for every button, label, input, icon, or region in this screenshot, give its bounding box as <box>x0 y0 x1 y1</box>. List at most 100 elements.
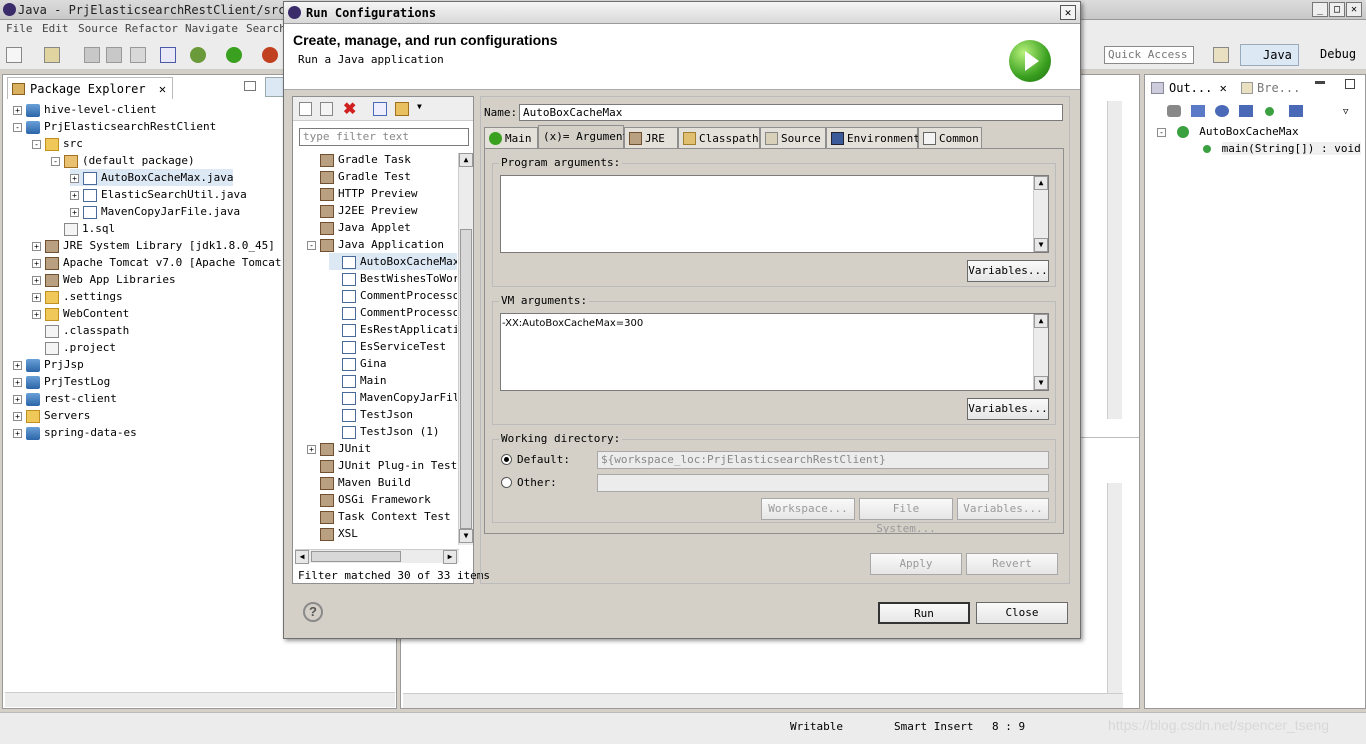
expand-toggle[interactable]: + <box>13 394 22 404</box>
close-button[interactable]: Close <box>976 602 1068 624</box>
editor-lower-scrollbar[interactable] <box>1107 483 1122 693</box>
collapse-toggle[interactable]: - <box>307 240 316 250</box>
debug-icon[interactable] <box>190 47 206 63</box>
chevron-down-icon[interactable]: ▼ <box>417 102 422 111</box>
configuration-item[interactable]: TestJson (1) <box>329 423 439 440</box>
configuration-item[interactable]: TestJson <box>329 406 413 423</box>
hide-static-icon[interactable] <box>1239 105 1253 117</box>
delete-icon[interactable]: ✖ <box>343 99 356 119</box>
collapse-toggle[interactable]: - <box>32 139 41 149</box>
tab-arguments[interactable]: (x)= Arguments <box>538 125 636 149</box>
tree-item[interactable]: + Servers <box>13 407 90 424</box>
print-icon[interactable] <box>130 47 146 63</box>
expand-toggle[interactable]: + <box>307 444 316 454</box>
configuration-item[interactable]: XSL <box>307 525 358 542</box>
new-icon[interactable] <box>6 47 22 63</box>
new-configuration-icon[interactable] <box>299 102 312 116</box>
expand-toggle[interactable]: + <box>32 258 41 268</box>
collapse-toggle[interactable]: - <box>51 156 60 166</box>
java-perspective-button[interactable]: Java <box>1240 44 1299 66</box>
minimize-view-icon[interactable] <box>244 81 256 91</box>
save-all-icon[interactable] <box>106 47 122 63</box>
configuration-item[interactable]: EsServiceTest <box>329 338 446 355</box>
tree-item[interactable]: + rest-client <box>13 390 117 407</box>
expand-toggle[interactable]: + <box>13 105 22 115</box>
vm-arguments-input[interactable]: -XX:AutoBoxCacheMax=300 ▲ ▼ <box>500 313 1049 391</box>
scroll-down-arrow[interactable]: ▼ <box>459 529 473 543</box>
configuration-tree-vertical-scrollbar[interactable]: ▲ ▼ <box>458 153 473 545</box>
collapse-all-icon[interactable] <box>373 102 387 116</box>
help-icon[interactable]: ? <box>303 602 323 622</box>
revert-button[interactable]: Revert <box>966 553 1058 575</box>
tree-item[interactable]: + PrjJsp <box>13 356 84 373</box>
configuration-item[interactable]: Java Applet <box>307 219 411 236</box>
configuration-item[interactable]: J2EE Preview <box>307 202 417 219</box>
tree-item[interactable]: + Web App Libraries <box>32 271 176 288</box>
menu-file[interactable]: File <box>6 22 33 35</box>
menu-navigate[interactable]: Navigate <box>185 22 238 35</box>
configuration-item[interactable]: Gina <box>329 355 387 372</box>
expand-toggle[interactable]: + <box>32 241 41 251</box>
editor-horizontal-scrollbar[interactable] <box>403 693 1123 708</box>
name-input[interactable]: AutoBoxCacheMax <box>519 104 1063 121</box>
expand-toggle[interactable]: + <box>70 173 79 183</box>
apply-button[interactable]: Apply <box>870 553 962 575</box>
dialog-close-button[interactable]: ✕ <box>1060 5 1076 20</box>
scroll-up-arrow[interactable]: ▲ <box>1034 314 1048 328</box>
hide-local-types-icon[interactable] <box>1289 105 1303 117</box>
save-icon[interactable] <box>84 47 100 63</box>
tree-item[interactable]: + .settings <box>32 288 123 305</box>
package-explorer-tab[interactable]: Package Explorer ✕ <box>7 77 174 99</box>
tree-item[interactable]: + PrjTestLog <box>13 373 110 390</box>
minimize-button[interactable]: _ <box>1312 2 1328 17</box>
minimize-view-icon[interactable] <box>1315 81 1325 84</box>
tab-jre[interactable]: JRE <box>624 127 678 149</box>
scroll-up-arrow[interactable]: ▲ <box>459 153 473 167</box>
expand-toggle[interactable]: + <box>13 360 22 370</box>
scroll-down-arrow[interactable]: ▼ <box>1034 238 1048 252</box>
scroll-thumb[interactable] <box>311 551 401 562</box>
configuration-item[interactable]: Main <box>329 372 387 389</box>
expand-toggle[interactable]: + <box>32 275 41 285</box>
filter-input[interactable]: type filter text <box>299 128 469 146</box>
configuration-item[interactable]: BestWishesToWork <box>329 270 457 287</box>
sort-icon[interactable] <box>1191 105 1205 117</box>
debug-perspective-button[interactable]: Debug <box>1298 44 1362 66</box>
expand-toggle[interactable]: + <box>32 309 41 319</box>
vm-arguments-scrollbar[interactable]: ▲ ▼ <box>1033 314 1048 390</box>
tree-item[interactable]: + JRE System Library [jdk1.8.0_45] <box>32 237 275 254</box>
quick-access-input[interactable]: Quick Access <box>1104 46 1194 64</box>
tree-item[interactable]: + spring-data-es <box>13 424 137 441</box>
hide-fields-icon[interactable] <box>1215 105 1229 117</box>
tab-common[interactable]: Common <box>918 127 982 149</box>
program-arguments-input[interactable]: ▲ ▼ <box>500 175 1049 253</box>
configuration-item[interactable]: Maven Build <box>307 474 411 491</box>
tree-item[interactable]: + MavenCopyJarFile.java <box>70 203 240 220</box>
configuration-item[interactable]: CommentProcessor <box>329 304 457 321</box>
collapse-toggle[interactable]: - <box>13 122 22 132</box>
scroll-down-arrow[interactable]: ▼ <box>1034 376 1048 390</box>
collapse-all-icon[interactable] <box>1167 105 1181 117</box>
maximize-button[interactable]: □ <box>1329 2 1345 17</box>
breadcrumb-tab[interactable]: Bre... <box>1239 81 1300 95</box>
open-perspective-icon[interactable] <box>1213 47 1229 63</box>
tab-main[interactable]: Main <box>484 127 538 149</box>
expand-toggle[interactable]: + <box>70 207 79 217</box>
tree-item[interactable]: - (default package) <box>51 152 195 169</box>
collapse-toggle[interactable]: - <box>1157 127 1166 137</box>
outline-class-row[interactable]: - AutoBoxCacheMax <box>1157 123 1299 140</box>
new-project-icon[interactable] <box>44 47 60 63</box>
configuration-item[interactable]: EsRestApplicatio <box>329 321 457 338</box>
configuration-item[interactable]: OSGi Framework <box>307 491 431 508</box>
tree-item[interactable]: + hive-level-client <box>13 101 157 118</box>
menu-refactor[interactable]: Refactor <box>125 22 178 35</box>
expand-toggle[interactable]: + <box>32 292 41 302</box>
tree-item[interactable]: - src <box>32 135 83 152</box>
tree-item[interactable]: 1.sql <box>51 220 115 237</box>
workspace-button[interactable]: Workspace... <box>761 498 855 520</box>
configuration-item[interactable]: MavenCopyJarFile <box>329 389 457 406</box>
menu-edit[interactable]: Edit <box>42 22 69 35</box>
run-button[interactable]: Run <box>878 602 970 624</box>
directory-variables-button[interactable]: Variables... <box>957 498 1049 520</box>
tree-item[interactable]: .project <box>32 339 116 356</box>
